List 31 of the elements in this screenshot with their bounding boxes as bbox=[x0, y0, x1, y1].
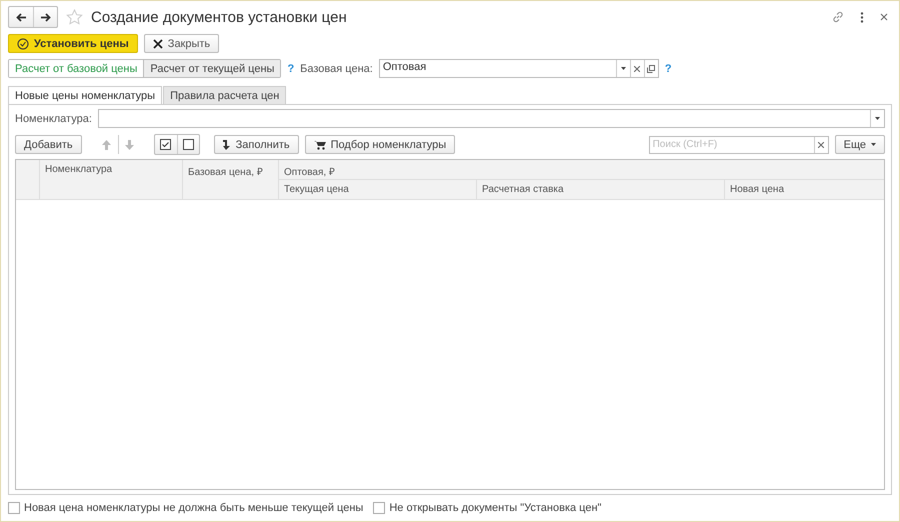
window-title: Создание документов установки цен bbox=[91, 8, 348, 26]
help-link[interactable]: ? bbox=[664, 62, 672, 74]
search-field[interactable]: Поиск (Ctrl+F) bbox=[648, 136, 829, 154]
close-button[interactable]: Закрыть bbox=[144, 34, 220, 53]
option-label: Новая цена номенклатуры не должна быть меньше текущей цены bbox=[24, 502, 364, 514]
set-prices-button[interactable]: Установить цены bbox=[8, 34, 138, 53]
add-button[interactable]: Добавить bbox=[15, 135, 82, 154]
tab[interactable]: Правила расчета цен bbox=[163, 86, 286, 104]
fill-button[interactable]: Заполнить bbox=[214, 135, 299, 154]
right-arrow-icon bbox=[40, 12, 51, 22]
option-label: Не открывать документы "Установка цен" bbox=[389, 502, 602, 514]
check-circle-icon bbox=[17, 38, 29, 50]
checkbox[interactable] bbox=[8, 502, 20, 514]
help-link[interactable]: ? bbox=[287, 62, 294, 74]
base-price-label: Базовая цена: bbox=[300, 62, 373, 74]
base-price-field[interactable]: Оптовая bbox=[378, 59, 659, 78]
nomenclature-field[interactable] bbox=[98, 109, 885, 128]
more-button[interactable]: Еще bbox=[834, 135, 885, 154]
checkbox[interactable] bbox=[373, 502, 386, 514]
cart-icon bbox=[314, 140, 326, 150]
pick-items-button[interactable]: Подбор номенклатуры bbox=[304, 135, 456, 154]
column-header[interactable]: Номенклатура bbox=[39, 160, 182, 199]
caret-icon bbox=[871, 143, 876, 146]
mode-toggle[interactable]: Расчет от текущей цены bbox=[143, 60, 280, 77]
open-icon[interactable] bbox=[644, 60, 658, 77]
star-icon[interactable] bbox=[66, 9, 83, 25]
nomenclature-label: Номенклатура: bbox=[15, 112, 92, 124]
arrow-down-icon bbox=[222, 139, 231, 150]
left-arrow-icon bbox=[16, 12, 26, 22]
close-icon bbox=[152, 38, 163, 48]
tab[interactable]: Новые цены номенклатуры bbox=[8, 86, 162, 104]
